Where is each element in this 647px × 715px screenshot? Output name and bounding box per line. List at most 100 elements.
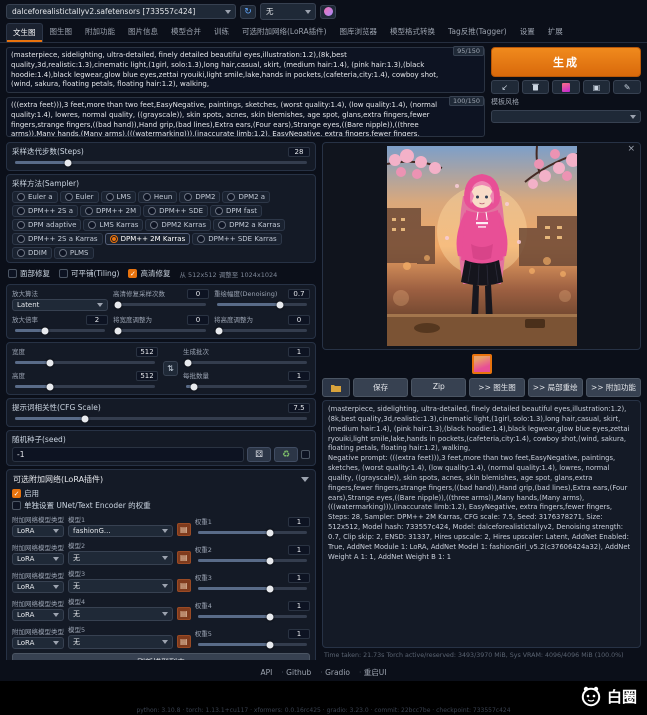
- tab-train[interactable]: 训练: [208, 23, 235, 42]
- paste-params-button[interactable]: [491, 80, 519, 94]
- sampler-option[interactable]: DPM2 a Karras: [213, 219, 285, 231]
- lora-weight-slider[interactable]: [198, 643, 307, 646]
- sampler-option[interactable]: LMS Karras: [83, 219, 143, 231]
- send-to-img2img-button[interactable]: >> 图生图: [469, 378, 524, 397]
- lora-weight-value[interactable]: 1: [288, 629, 310, 639]
- lora-weight-value[interactable]: 1: [288, 601, 310, 611]
- tab-image-browser[interactable]: 图库浏览器: [334, 23, 384, 42]
- sampler-option[interactable]: DPM++ 2S a: [12, 205, 78, 217]
- lora-browse-button[interactable]: [177, 635, 191, 648]
- cfg-slider[interactable]: [15, 417, 307, 420]
- tab-model-converter[interactable]: 模型格式转换: [384, 23, 441, 42]
- steps-slider[interactable]: [15, 161, 307, 164]
- tiling-checkbox[interactable]: 可平铺(Tiling): [59, 268, 119, 279]
- lora-weight-slider[interactable]: [198, 559, 307, 562]
- lora-weight-value[interactable]: 1: [288, 517, 310, 527]
- lora-model-select[interactable]: 无: [68, 551, 173, 565]
- batch-count-value[interactable]: 1: [288, 347, 310, 357]
- height-value[interactable]: 512: [136, 371, 158, 381]
- zip-button[interactable]: Zip: [411, 378, 466, 397]
- save-button[interactable]: 保存: [353, 378, 408, 397]
- save-style-button[interactable]: [613, 80, 641, 94]
- theme-palette-button[interactable]: [320, 5, 336, 19]
- seed-input[interactable]: -1: [12, 447, 244, 462]
- upscaler-select[interactable]: Latent: [12, 299, 108, 311]
- sampler-option[interactable]: DPM fast: [210, 205, 262, 217]
- reuse-seed-button[interactable]: [274, 447, 298, 462]
- clear-prompt-button[interactable]: [522, 80, 550, 94]
- tab-tagger[interactable]: Tag反推(Tagger): [442, 23, 513, 42]
- tab-extensions[interactable]: 扩展: [542, 23, 569, 42]
- extra-seed-checkbox[interactable]: [301, 450, 310, 459]
- checkpoint-select[interactable]: dalceforealistictallyv2.safetensors [733…: [6, 4, 236, 19]
- github-link[interactable]: Github: [281, 668, 311, 677]
- sampler-option[interactable]: DPM++ SDE: [143, 205, 208, 217]
- sampler-option[interactable]: PLMS: [54, 247, 94, 259]
- batch-size-value[interactable]: 1: [288, 371, 310, 381]
- refresh-checkpoint-button[interactable]: [240, 5, 256, 19]
- negative-prompt-input[interactable]: (((extra feet))),3 feet,more than two fe…: [6, 97, 485, 137]
- tab-checkpoint-merger[interactable]: 模型合并: [165, 23, 207, 42]
- sampler-option[interactable]: Euler a: [12, 191, 58, 203]
- hires-fix-checkbox[interactable]: 高清修复: [128, 268, 170, 279]
- denoising-value[interactable]: 0.7: [288, 289, 310, 299]
- hires-steps-slider[interactable]: [116, 303, 206, 306]
- tab-txt2img[interactable]: 文生图: [6, 23, 43, 42]
- restart-ui-link[interactable]: 重启UI: [359, 667, 386, 678]
- hires-steps-value[interactable]: 0: [187, 289, 209, 299]
- tab-additional-networks[interactable]: 可选附加网络(LoRA插件): [236, 23, 333, 42]
- sampler-option[interactable]: DPM adaptive: [12, 219, 81, 231]
- lora-model-select[interactable]: 无: [68, 607, 173, 621]
- sampler-option[interactable]: DPM++ 2S a Karras: [12, 233, 103, 245]
- sampler-option-selected[interactable]: DPM++ 2M Karras: [105, 233, 191, 245]
- sampler-option[interactable]: Heun: [138, 191, 177, 203]
- sampler-option[interactable]: DPM2 Karras: [145, 219, 211, 231]
- lora-weight-value[interactable]: 1: [288, 573, 310, 583]
- denoising-slider[interactable]: [217, 303, 307, 306]
- tab-settings[interactable]: 设置: [514, 23, 541, 42]
- prompt-input[interactable]: (masterpiece, sidelighting, ultra-detail…: [6, 47, 485, 93]
- sampler-option[interactable]: Euler: [60, 191, 99, 203]
- resize-width-slider[interactable]: [116, 329, 206, 332]
- lora-model-select[interactable]: fashionG...: [68, 525, 173, 537]
- lora-enable-checkbox[interactable]: 启用: [12, 488, 310, 499]
- lora-weight-slider[interactable]: [198, 615, 307, 618]
- sampler-option[interactable]: DPM++ SDE Karras: [192, 233, 281, 245]
- resize-width-value[interactable]: 0: [187, 315, 209, 325]
- resize-height-slider[interactable]: [217, 329, 307, 332]
- extra-networks-button[interactable]: [552, 80, 580, 94]
- apply-style-button[interactable]: [583, 80, 611, 94]
- lora-type-select[interactable]: LoRA: [12, 637, 64, 649]
- swap-dimensions-button[interactable]: [163, 361, 178, 376]
- lora-browse-button[interactable]: [177, 523, 191, 536]
- lora-model-select[interactable]: 无: [68, 579, 173, 593]
- height-slider[interactable]: [15, 385, 155, 388]
- lora-type-select[interactable]: LoRA: [12, 525, 64, 537]
- generated-image[interactable]: [387, 146, 577, 346]
- upscale-by-value[interactable]: 2: [86, 315, 108, 325]
- resize-height-value[interactable]: 0: [288, 315, 310, 325]
- lora-weight-slider[interactable]: [198, 531, 307, 534]
- close-icon[interactable]: [627, 144, 635, 154]
- gallery-thumbnail[interactable]: [472, 354, 492, 374]
- tab-extras[interactable]: 附加功能: [79, 23, 121, 42]
- sampler-option[interactable]: DPM++ 2M: [80, 205, 141, 217]
- cfg-value[interactable]: 7.5: [288, 403, 310, 413]
- vae-select[interactable]: 无: [260, 3, 316, 20]
- steps-value[interactable]: 28: [288, 147, 310, 157]
- restore-faces-checkbox[interactable]: 面部修复: [8, 268, 50, 279]
- lora-browse-button[interactable]: [177, 551, 191, 564]
- random-seed-button[interactable]: [247, 447, 271, 462]
- lora-type-select[interactable]: LoRA: [12, 553, 64, 565]
- refresh-models-button[interactable]: 刷新模型列表: [12, 653, 310, 660]
- send-to-inpaint-button[interactable]: >> 局部重绘: [528, 378, 583, 397]
- api-link[interactable]: API: [261, 668, 273, 677]
- sampler-option[interactable]: DDIM: [12, 247, 52, 259]
- tab-img2img[interactable]: 图生图: [44, 23, 79, 42]
- lora-weight-value[interactable]: 1: [288, 545, 310, 555]
- lora-type-select[interactable]: LoRA: [12, 581, 64, 593]
- sampler-option[interactable]: LMS: [101, 191, 136, 203]
- lora-weight-slider[interactable]: [198, 587, 307, 590]
- lora-accordion-header[interactable]: 可选附加网络(LoRA插件): [12, 473, 310, 487]
- upscale-by-slider[interactable]: [15, 329, 105, 332]
